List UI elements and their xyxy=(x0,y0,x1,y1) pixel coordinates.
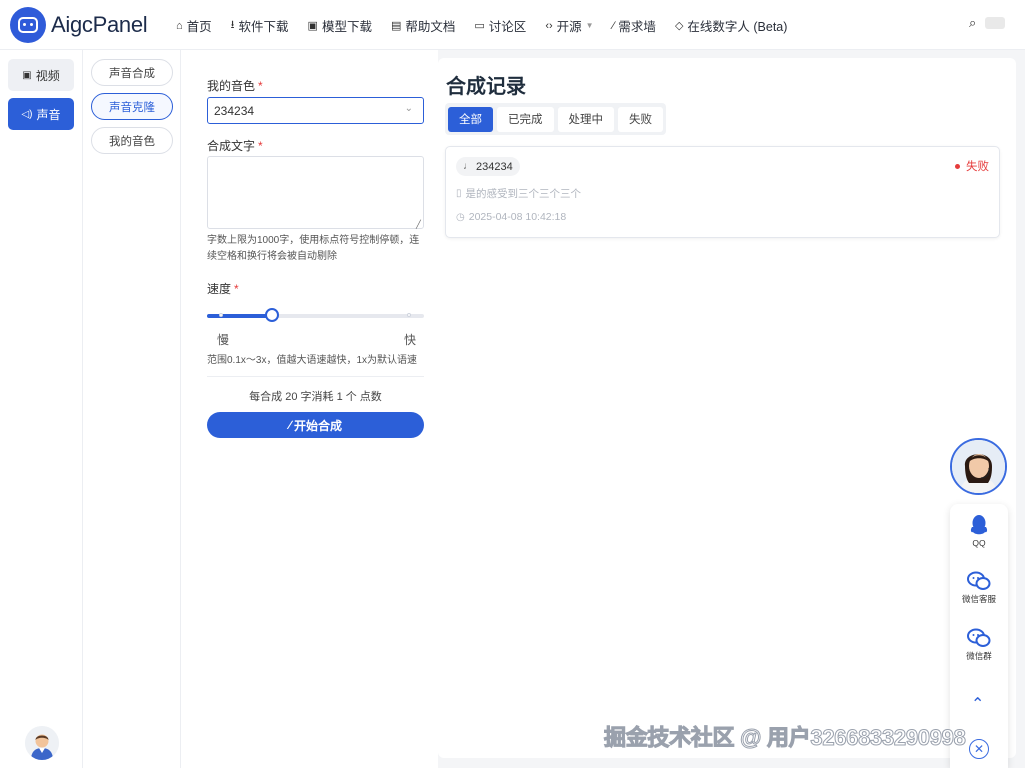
user-avatar[interactable] xyxy=(25,726,59,760)
subnav-my-voices[interactable]: 我的音色 xyxy=(91,127,173,154)
nav-item-online-avatar[interactable]: ◇ 在线数字人 (Beta) xyxy=(675,16,787,35)
voice-select-value: 234234 xyxy=(214,103,255,118)
record-card[interactable]: ♩ 234234 失败 ▯ 是的感受到三个三个三个 ◷ 2025-04-08 1… xyxy=(445,146,1000,238)
subnav-voice-synthesis[interactable]: 声音合成 xyxy=(91,59,173,86)
video-icon: ▣ xyxy=(22,69,32,81)
voice-select[interactable]: 234234 ⌄ xyxy=(207,97,424,124)
tab-all[interactable]: 全部 xyxy=(448,106,493,132)
float-item-wechat-service[interactable]: 微信客服 xyxy=(950,571,1008,605)
wechat-icon xyxy=(967,571,991,590)
clock-icon: ◷ xyxy=(456,211,465,223)
logo-text: AigcPanel xyxy=(51,12,148,37)
logo[interactable]: AigcPanel xyxy=(10,7,148,43)
robot-logo-icon xyxy=(10,7,46,43)
sidebar-item-voice[interactable]: ◁) 声音 xyxy=(8,98,74,130)
nav-item-help-docs[interactable]: ▤ 帮助文档 xyxy=(391,16,455,35)
synthesis-records-panel: 合成记录 全部 已完成 处理中 失败 ♩ 234234 失败 ▯ 是的感受到三个… xyxy=(438,58,1016,758)
home-icon: ⌂ xyxy=(176,19,183,32)
float-item-qq[interactable]: QQ xyxy=(950,514,1008,548)
main-sidebar: ▣ 视频 ◁) 声音 xyxy=(0,50,83,768)
records-title: 合成记录 xyxy=(446,76,526,98)
speed-min-label: 慢 xyxy=(217,333,230,347)
speed-slider-thumb[interactable] xyxy=(265,308,279,322)
magic-wand-icon: ∕ xyxy=(612,19,615,32)
code-icon: ‹› xyxy=(545,19,553,32)
record-voice-tag: ♩ 234234 xyxy=(456,157,520,176)
chat-icon: ▭ xyxy=(474,20,485,32)
divider xyxy=(207,376,424,377)
book-icon: ▤ xyxy=(390,20,402,32)
record-text: ▯ 是的感受到三个三个三个 xyxy=(456,188,582,200)
float-item-label: 微信群 xyxy=(966,651,992,661)
nav-item-label: 开源 xyxy=(556,20,582,34)
start-synthesis-button[interactable]: ∕ 开始合成 xyxy=(207,412,424,438)
start-synthesis-label: 开始合成 xyxy=(294,418,343,433)
tab-completed[interactable]: 已完成 xyxy=(497,106,554,132)
slider-stop xyxy=(407,313,411,317)
nav-item-label: 讨论区 xyxy=(488,20,527,34)
resize-handle-icon[interactable]: ╱ xyxy=(416,220,421,229)
sidebar-item-video[interactable]: ▣ 视频 xyxy=(8,59,74,91)
nav-item-feature-wall[interactable]: ∕ 需求墙 xyxy=(613,16,656,35)
watermark: 掘金技术社区 @ 用户3266833290998 xyxy=(604,725,967,751)
nav-item-label: 首页 xyxy=(186,20,212,34)
qq-icon xyxy=(970,515,988,535)
nav-item-open-source[interactable]: ‹› 开源 ▼ xyxy=(545,16,593,35)
tab-failed[interactable]: 失败 xyxy=(618,106,663,132)
tag-icon: ◇ xyxy=(674,20,684,32)
speed-field-label: 速度 * xyxy=(207,282,239,296)
magic-wand-icon: ∕ xyxy=(288,418,291,432)
text-field-label: 合成文字 * xyxy=(207,139,263,153)
chevron-down-icon: ⌄ xyxy=(404,103,413,114)
nav-item-forum[interactable]: ▭ 讨论区 xyxy=(474,16,526,35)
records-filter-tabs: 全部 已完成 处理中 失败 xyxy=(445,103,666,135)
top-header: AigcPanel ⌂ 首页 ⭳ 软件下载 ▣ 模型下载 ▤ 帮助文档 ▭ 讨论… xyxy=(0,0,1025,50)
float-item-label: QQ xyxy=(972,538,986,548)
float-item-wechat-group[interactable]: 微信群 xyxy=(950,628,1008,662)
close-icon[interactable]: ✕ xyxy=(969,739,989,759)
nav-item-label: 帮助文档 xyxy=(405,20,456,34)
speed-slider-fill xyxy=(207,314,272,318)
tab-processing[interactable]: 处理中 xyxy=(557,106,614,132)
top-nav: ⌂ 首页 ⭳ 软件下载 ▣ 模型下载 ▤ 帮助文档 ▭ 讨论区 ‹› 开源 ▼ … xyxy=(176,16,806,35)
nav-item-home[interactable]: ⌂ 首页 xyxy=(176,16,212,35)
nav-item-label: 模型下载 xyxy=(321,20,372,34)
cost-info: 每合成 20 字消耗 1 个 点数 xyxy=(249,391,382,403)
file-icon: ▯ xyxy=(456,188,462,199)
microphone-icon: ♩ xyxy=(463,161,473,172)
wechat-icon xyxy=(967,628,991,647)
sound-icon: ◁) xyxy=(21,108,33,120)
float-item-label: 微信客服 xyxy=(961,594,996,604)
subnav-voice-clone[interactable]: 声音克隆 xyxy=(91,93,173,120)
text-hint: 字数上限为1000字，使用标点符号控制停顿，连续空格和换行将会被自动剔除 xyxy=(207,235,420,262)
nav-item-label: 在线数字人 (Beta) xyxy=(687,20,788,34)
back-to-top-icon[interactable]: ⌃ xyxy=(971,694,984,714)
cube-icon: ▣ xyxy=(307,20,318,32)
speed-max-label: 快 xyxy=(404,333,417,347)
speed-hint: 范围0.1x～3x，值越大语速越快，1x为默认语速 xyxy=(207,355,418,366)
synthesis-text-input[interactable] xyxy=(207,156,424,229)
support-agent-avatar[interactable] xyxy=(950,438,1007,495)
sidebar-item-label: 视频 xyxy=(35,68,60,83)
user-name-blurred[interactable] xyxy=(985,17,1005,29)
download-icon: ⭳ xyxy=(230,19,235,31)
sidebar-item-label: 声音 xyxy=(36,107,61,122)
synthesis-form: 我的音色 * 234234 ⌄ 合成文字 * ╱ 字数上限为1000字，使用标点符号… xyxy=(181,50,438,768)
user-icon[interactable]: ⌕ xyxy=(969,15,976,31)
slider-stop xyxy=(219,313,223,317)
nav-item-software-download[interactable]: ⭳ 软件下载 xyxy=(231,16,289,35)
status-dot xyxy=(955,163,960,169)
speed-slider[interactable] xyxy=(207,308,424,322)
nav-item-label: 软件下载 xyxy=(238,20,289,34)
nav-item-model-download[interactable]: ▣ 模型下载 xyxy=(308,16,372,35)
status-badge: 失败 xyxy=(955,158,989,174)
voice-field-label: 我的音色 * xyxy=(207,79,263,93)
chevron-down-icon: ▼ xyxy=(585,21,594,30)
nav-item-label: 需求墙 xyxy=(618,20,656,34)
voice-subnav: 声音合成 声音克隆 我的音色 xyxy=(83,50,181,768)
record-time: ◷ 2025-04-08 10:42:18 xyxy=(456,211,567,223)
